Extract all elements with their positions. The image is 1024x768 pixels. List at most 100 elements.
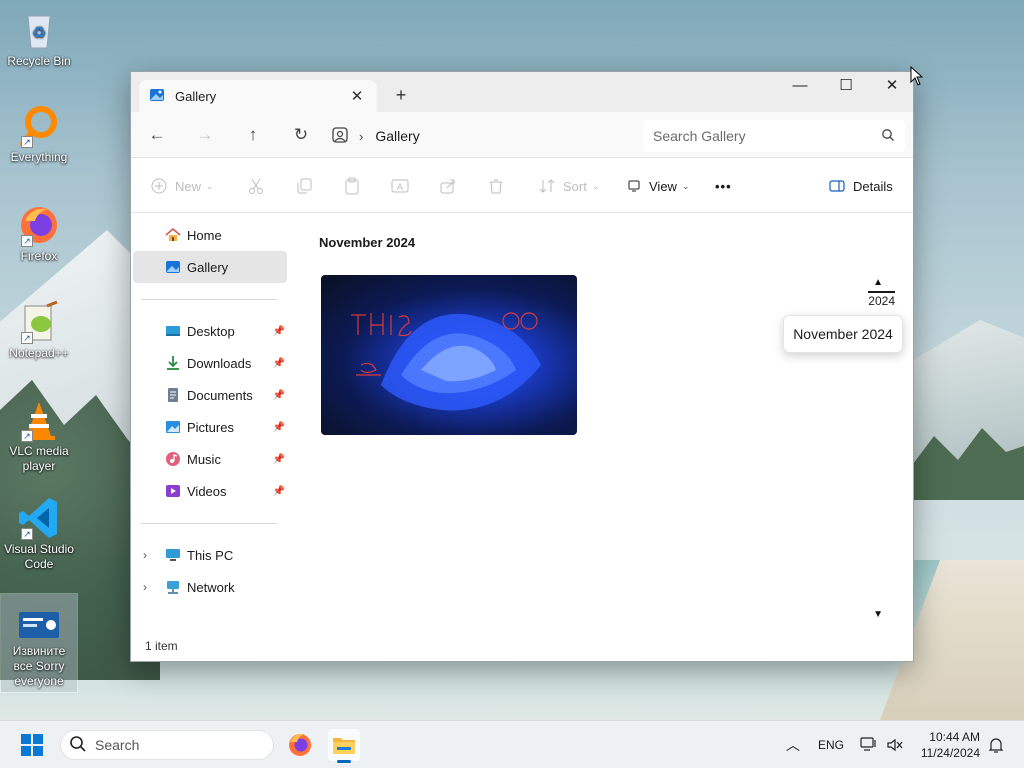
pin-icon[interactable]: 📌 [273, 454, 285, 465]
computer-icon [165, 547, 181, 563]
timeline-year[interactable]: 2024 [868, 291, 895, 308]
view-button[interactable]: View ⌄ [627, 175, 690, 197]
minimize-button[interactable]: — [777, 72, 823, 100]
chevron-down-icon: ⌄ [681, 180, 690, 191]
taskbar-file-explorer[interactable] [328, 729, 360, 763]
desktop-icon-vlc[interactable]: ↗ VLC media player [1, 398, 77, 474]
sort-button[interactable]: Sort ⌄ [539, 175, 599, 197]
firefox-icon: ↗ [17, 203, 61, 247]
language-indicator[interactable]: ENG [818, 721, 844, 768]
chevron-right-icon[interactable]: › [143, 580, 147, 594]
sidebar-item-gallery[interactable]: Gallery [133, 251, 287, 283]
breadcrumb-separator[interactable]: › [359, 129, 363, 144]
more-options-button[interactable]: ••• [715, 175, 732, 197]
sidebar-item-videos[interactable]: Videos 📌 [133, 475, 287, 507]
breadcrumb-gallery[interactable]: Gallery [375, 128, 419, 144]
pin-icon[interactable]: 📌 [273, 390, 285, 401]
pin-icon[interactable]: 📌 [273, 486, 285, 497]
desktop-icon-notepadpp[interactable]: ↗ Notepad++ [1, 300, 77, 361]
copy-button[interactable] [295, 175, 313, 197]
pin-icon[interactable]: 📌 [273, 422, 285, 433]
address-bar[interactable]: › Gallery [331, 120, 631, 152]
trash-icon [487, 177, 505, 195]
date-group-header: November 2024 [319, 235, 416, 250]
sidebar-item-downloads[interactable]: Downloads 📌 [133, 347, 287, 379]
desktop-icon-label: Recycle Bin [7, 54, 71, 68]
music-icon [165, 451, 181, 467]
desktop-icon-sorry-everyone[interactable]: Извините все Sorry everyone [0, 593, 78, 693]
forward-button[interactable]: → [193, 124, 217, 148]
refresh-button[interactable]: ↻ [289, 124, 313, 148]
paste-button[interactable] [343, 175, 361, 197]
taskbar-firefox[interactable] [284, 729, 316, 761]
chevron-right-icon[interactable]: › [143, 548, 147, 562]
cut-button[interactable] [247, 175, 265, 197]
sidebar-item-label: Documents [187, 387, 253, 403]
new-label: New [175, 178, 202, 194]
details-pane-icon [829, 179, 845, 193]
sidebar-item-music[interactable]: Music 📌 [133, 443, 287, 475]
windows-logo-icon [21, 734, 43, 756]
gallery-content: November 2024 ▲ 2024 November 2024 ▼ [291, 213, 913, 633]
image-thumbnail[interactable] [321, 275, 577, 435]
share-button[interactable] [439, 175, 457, 197]
file-explorer-window: Gallery ✕ + — ☐ ✕ ← → ↑ ↻ › Gallery New [130, 71, 914, 662]
new-tab-button[interactable]: + [389, 84, 413, 108]
clock-date: 11/24/2024 [920, 746, 980, 760]
chevron-down-icon: ⌄ [206, 180, 214, 191]
desktop-icon-firefox[interactable]: ↗ Firefox [1, 203, 77, 264]
sidebar-item-this-pc[interactable]: › This PC [133, 539, 287, 571]
sidebar-item-pictures[interactable]: Pictures 📌 [133, 411, 287, 443]
sidebar-item-desktop[interactable]: Desktop 📌 [133, 315, 287, 347]
download-arrow-icon [165, 355, 181, 371]
desktop-icon-vscode[interactable]: ↗ Visual Studio Code [1, 496, 77, 572]
volume-muted-icon[interactable] [886, 721, 904, 768]
timeline-scroll-up-icon[interactable]: ▲ [873, 277, 883, 288]
system-clock[interactable]: 10:44 AM 11/24/2024 [921, 729, 980, 761]
search-input[interactable] [653, 128, 881, 144]
maximize-button[interactable]: ☐ [823, 72, 869, 100]
search-box[interactable] [643, 120, 905, 152]
notepadpp-icon: ↗ [17, 300, 61, 344]
sidebar-item-label: Desktop [187, 323, 235, 339]
up-button[interactable]: ↑ [241, 124, 265, 148]
gallery-outline-icon [331, 126, 349, 147]
chevron-down-icon: ⌄ [591, 180, 600, 191]
tab-title: Gallery [175, 88, 217, 104]
sidebar-item-documents[interactable]: Documents 📌 [133, 379, 287, 411]
taskbar-search[interactable]: Search [60, 730, 274, 760]
sidebar-item-network[interactable]: › Network [133, 571, 287, 603]
pin-icon[interactable]: 📌 [273, 358, 285, 369]
desktop-icon-label: VLC media player [9, 444, 69, 473]
desktop-icon-recycle-bin[interactable]: ♻ Recycle Bin [1, 8, 77, 69]
svg-text:♻: ♻ [32, 23, 46, 42]
copy-icon [295, 177, 313, 195]
network-status-icon[interactable] [860, 721, 878, 768]
start-button[interactable] [20, 733, 44, 757]
close-window-button[interactable]: ✕ [869, 72, 913, 100]
sidebar-item-label: Pictures [187, 419, 234, 435]
rename-icon: A [391, 177, 409, 195]
share-icon [439, 177, 457, 195]
navigation-bar: ← → ↑ ↻ › Gallery [131, 112, 913, 158]
notification-bell-icon[interactable] [988, 721, 1004, 768]
sidebar-item-label: This PC [187, 547, 234, 563]
close-tab-icon[interactable]: ✕ [347, 87, 367, 105]
details-button[interactable]: Details [829, 175, 893, 197]
rename-button[interactable]: A [391, 175, 409, 197]
tab-gallery[interactable]: Gallery ✕ [139, 80, 377, 112]
back-button[interactable]: ← [145, 124, 169, 148]
search-icon[interactable] [881, 128, 895, 145]
sidebar-item-home[interactable]: Home [133, 219, 287, 251]
search-icon [69, 735, 87, 756]
show-hidden-icons-button[interactable]: ︿ [786, 721, 800, 768]
sort-label: Sort [563, 178, 587, 194]
new-button[interactable]: New ⌄ [151, 175, 214, 197]
folder-icon [333, 738, 355, 754]
sidebar-item-label: Network [187, 579, 235, 595]
pin-icon[interactable]: 📌 [273, 326, 285, 337]
delete-button[interactable] [487, 175, 505, 197]
desktop-icon-everything[interactable]: ↗ Everything [1, 104, 77, 165]
desktop-icon-label: Firefox [20, 249, 58, 263]
timeline-scroll-down-icon[interactable]: ▼ [873, 609, 883, 620]
